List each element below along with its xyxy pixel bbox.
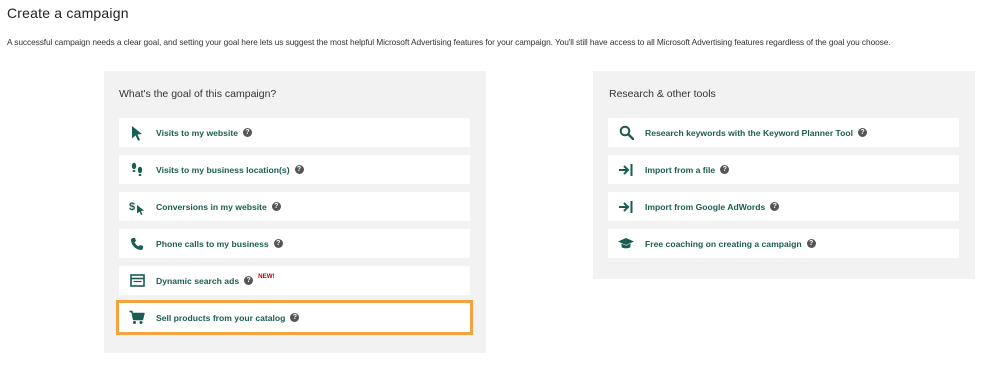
help-icon[interactable]: ?	[290, 313, 300, 322]
tool-import-file[interactable]: Import from a file ?	[608, 155, 959, 184]
goal-label: Sell products from your catalog	[156, 312, 286, 323]
goal-label: Visits to my business location(s)	[156, 164, 290, 175]
tool-keyword-planner[interactable]: Research keywords with the Keyword Plann…	[608, 118, 959, 147]
goal-visits-location[interactable]: Visits to my business location(s) ?	[119, 155, 470, 184]
help-icon[interactable]: ?	[243, 128, 252, 137]
phone-icon	[129, 236, 145, 252]
help-icon[interactable]: ?	[244, 276, 254, 285]
footsteps-icon	[129, 162, 145, 178]
tools-panel: Research & other tools Research keywords…	[593, 71, 975, 279]
goal-visits-website[interactable]: Visits to my website ?	[119, 118, 470, 147]
goal-label: Conversions in my website	[156, 201, 267, 212]
tool-label: Import from Google AdWords	[645, 201, 766, 212]
goal-label: Visits to my website	[156, 127, 238, 138]
goal-label: Dynamic search ads	[156, 275, 240, 286]
tool-label: Research keywords with the Keyword Plann…	[645, 127, 854, 138]
goal-panel: What's the goal of this campaign? Visits…	[104, 71, 486, 353]
help-icon[interactable]: ?	[806, 239, 816, 248]
cursor-icon	[129, 125, 145, 141]
tool-label: Import from a file	[645, 164, 716, 175]
shopping-cart-icon	[129, 310, 145, 326]
graduation-cap-icon	[618, 236, 634, 252]
goal-sell-products[interactable]: Sell products from your catalog ?	[116, 300, 473, 335]
help-icon[interactable]: ?	[271, 202, 281, 211]
tool-import-adwords[interactable]: Import from Google AdWords ?	[608, 192, 959, 221]
help-icon[interactable]: ?	[720, 165, 730, 174]
import-icon	[618, 199, 634, 215]
goal-conversions[interactable]: $ Conversions in my website ?	[119, 192, 470, 221]
import-icon	[618, 162, 634, 178]
new-badge: NEW!	[258, 273, 275, 280]
goal-label: Phone calls to my business	[156, 238, 269, 249]
help-icon[interactable]: ?	[770, 202, 780, 211]
browser-icon	[129, 273, 145, 289]
help-icon[interactable]: ?	[858, 128, 868, 137]
tool-free-coaching[interactable]: Free coaching on creating a campaign ?	[608, 229, 959, 258]
help-icon[interactable]: ?	[294, 165, 304, 174]
help-icon[interactable]: ?	[273, 239, 283, 248]
tool-label: Free coaching on creating a campaign	[645, 238, 802, 249]
svg-text:$: $	[129, 201, 135, 213]
goal-dynamic-search-ads[interactable]: Dynamic search ads ? NEW!	[119, 266, 470, 295]
search-icon	[618, 125, 634, 141]
page-title: Create a campaign	[7, 5, 129, 21]
goal-panel-heading: What's the goal of this campaign?	[119, 88, 277, 100]
tools-panel-heading: Research & other tools	[609, 88, 716, 100]
page-description: A successful campaign needs a clear goal…	[7, 37, 891, 47]
dollar-cursor-icon: $	[129, 199, 145, 215]
goal-phone-calls[interactable]: Phone calls to my business ?	[119, 229, 470, 258]
